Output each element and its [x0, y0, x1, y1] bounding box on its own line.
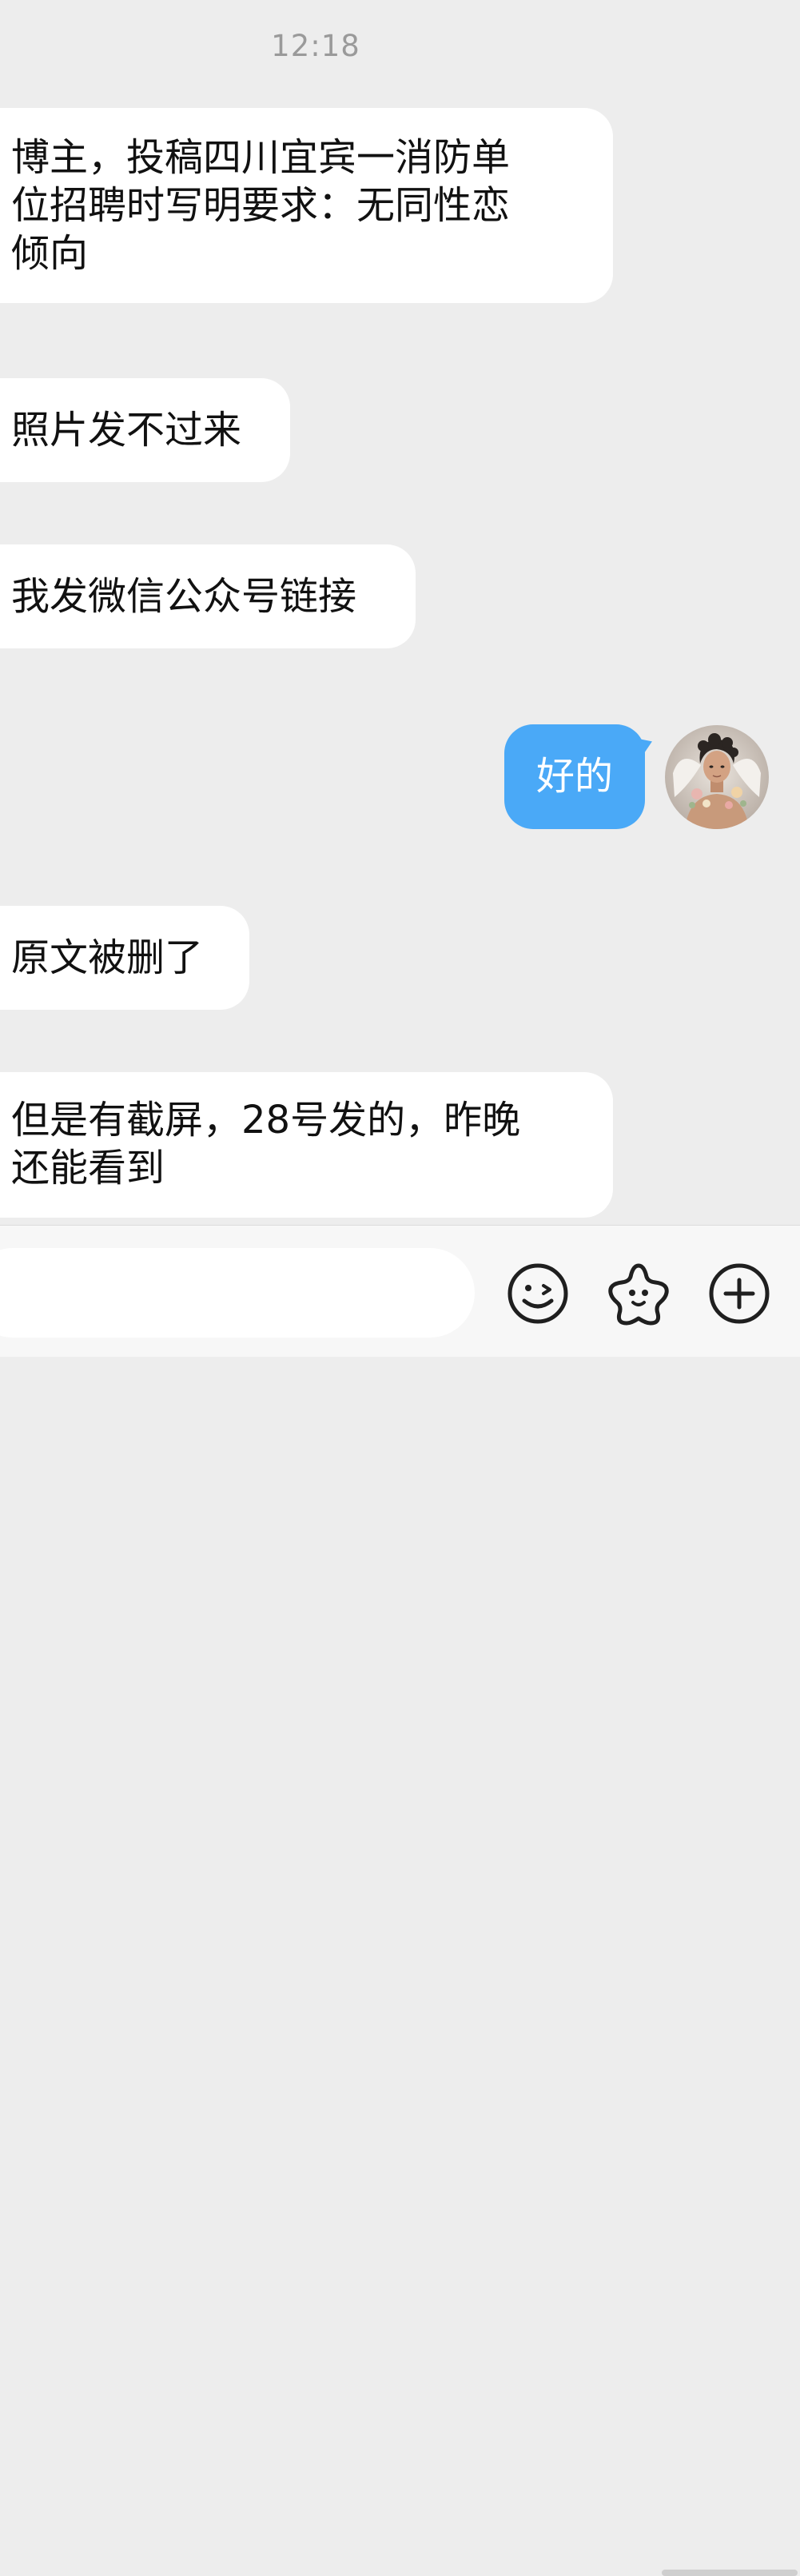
bubble-tail — [635, 733, 656, 757]
chat-conversation: 12:18 博主，投稿四川宜宾一消防单 位招聘时写明要求：无同性恋 倾向 照片发… — [0, 0, 800, 1225]
message-bubble-incoming[interactable]: 原文被删了 — [0, 906, 249, 1010]
message-bubble-incoming[interactable]: 照片发不过来 — [0, 378, 290, 482]
message-bubble-incoming[interactable]: 博主，投稿四川宜宾一消防单 位招聘时写明要求：无同性恋 倾向 — [0, 108, 613, 303]
emoji-icon — [507, 1263, 568, 1324]
more-button[interactable] — [703, 1258, 775, 1330]
message-bubble-incoming[interactable]: 我发微信公众号链接 — [0, 544, 416, 648]
message-bubble-incoming[interactable]: 但是有截屏，28号发的，昨晚 还能看到 — [0, 1072, 613, 1218]
message-text: 照片发不过来 — [11, 408, 242, 453]
sticker-icon — [608, 1263, 669, 1326]
message-input[interactable] — [0, 1248, 475, 1338]
emoji-button[interactable] — [502, 1258, 574, 1330]
message-text: 博主，投稿四川宜宾一消防单 位招聘时写明要求：无同性恋 倾向 — [11, 135, 511, 276]
message-text: 我发微信公众号链接 — [11, 574, 357, 619]
message-bubble-outgoing[interactable]: 好的 — [504, 724, 656, 829]
message-text: 但是有截屏，28号发的，昨晚 还能看到 — [11, 1098, 521, 1190]
avatar-image — [665, 725, 769, 829]
sticker-button[interactable] — [603, 1258, 675, 1330]
message-timestamp: 12:18 — [271, 29, 360, 63]
home-indicator — [662, 2570, 798, 2576]
message-text: 原文被删了 — [11, 935, 204, 980]
composer-bar — [0, 1225, 800, 2576]
message-text: 好的 — [535, 754, 613, 799]
avatar[interactable] — [665, 725, 769, 829]
plus-icon — [709, 1263, 770, 1324]
